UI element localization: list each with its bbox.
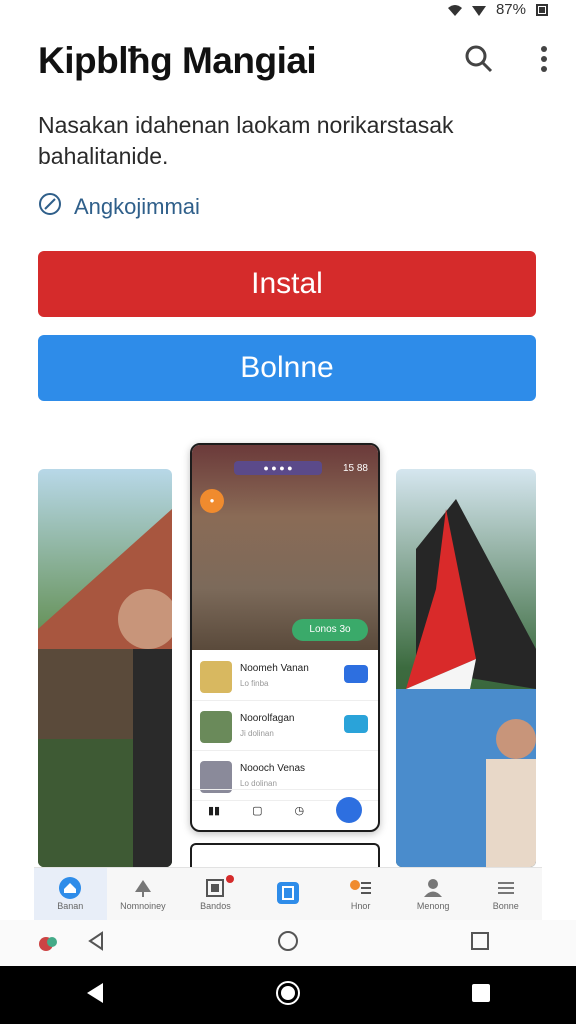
preview-pill[interactable]: Lonos 3o	[292, 619, 368, 641]
preview-fab[interactable]	[336, 797, 363, 823]
list-icon	[497, 882, 514, 894]
preview-tab-icon[interactable]: ◷	[294, 804, 304, 817]
tab-label: Nomnoiney	[120, 901, 166, 911]
preview-time: 15 88	[342, 463, 368, 474]
list-item[interactable]: Noorolfagan Ji dolinan	[192, 701, 378, 751]
preview-list: Noomeh Vanan Lo finba Noorolfagan Ji dol…	[192, 651, 378, 801]
list-item-action[interactable]	[344, 715, 368, 733]
battery-icon	[536, 3, 550, 16]
preview-tab-icon[interactable]: ▮▮	[208, 804, 220, 817]
preview-tab-icon[interactable]: ▢	[252, 804, 262, 817]
person-icon	[424, 879, 443, 897]
battery-percent: 87%	[495, 0, 526, 18]
list-item-sub: Lo finba	[240, 679, 269, 688]
house-illustration	[38, 509, 172, 867]
install-button[interactable]: Instal	[38, 251, 536, 317]
preview-footer: ▮▮ ▢ ◷	[192, 789, 378, 830]
search-icon[interactable]	[464, 44, 494, 79]
app-shortcut-icon[interactable]	[36, 934, 62, 954]
tab-book[interactable]	[252, 868, 325, 920]
tab-hnor[interactable]: Hnor	[324, 868, 397, 920]
app-store-page: 87% Kipblħg Mangiai Nasakan idahenan lao…	[8, 0, 568, 965]
list-item-action[interactable]	[344, 665, 368, 683]
tab-label: Bonne	[492, 901, 519, 911]
list-item-name: Noomeh Vanan	[240, 663, 309, 674]
more-options-icon[interactable]	[540, 44, 548, 79]
tab-label: Banan	[57, 901, 84, 911]
top-actions	[464, 44, 548, 79]
tab-nomnoiney[interactable]: Nomnoiney	[107, 868, 180, 920]
tab-bandos[interactable]: Bandos	[179, 868, 252, 920]
signal-icon	[447, 3, 462, 16]
app-description: Nasakan idahenan laokam norikarstasak ba…	[38, 112, 454, 169]
wifi-icon	[471, 3, 486, 16]
screenshot-right[interactable]	[396, 469, 536, 867]
avatar	[200, 711, 232, 743]
list-item-sub: Lo dolinan	[240, 779, 277, 788]
menu-icon	[349, 880, 371, 894]
notification-dot	[225, 875, 234, 883]
recents-icon[interactable]	[470, 931, 490, 956]
back-icon[interactable]	[86, 930, 106, 956]
device-recents-icon[interactable]	[471, 983, 491, 1008]
screenshot-left[interactable]	[38, 469, 172, 867]
flag-illustration	[396, 499, 536, 867]
device-back-icon[interactable]	[85, 982, 105, 1009]
preview-search-bar: ● ● ● ●	[234, 461, 322, 475]
system-nav-bar	[0, 920, 576, 966]
edit-icon	[38, 192, 62, 222]
tab-bonne[interactable]: Bonne	[469, 868, 542, 920]
card-icon	[206, 879, 225, 897]
home-icon	[59, 877, 82, 899]
tab-menong[interactable]: Menong	[397, 868, 470, 920]
device-nav-bar	[0, 966, 576, 1024]
tree-icon	[134, 880, 151, 897]
book-icon	[277, 882, 300, 904]
tab-home[interactable]: Banan	[34, 868, 107, 920]
preview-phone[interactable]: ● ● ● ● 15 88 ● Lonos 3o Noomeh Vanan Lo…	[190, 443, 380, 832]
list-item-name: Noooch Venas	[240, 763, 306, 774]
home-circle-icon[interactable]	[277, 930, 299, 957]
list-item-sub: Ji dolinan	[240, 729, 274, 738]
tab-label: Hnor	[350, 901, 371, 911]
preview-badge: ●	[200, 489, 224, 513]
device-home-icon[interactable]	[275, 980, 301, 1011]
secondary-button[interactable]: Bolnne	[38, 335, 536, 401]
app-title: Kipblħg Mangiai	[38, 40, 317, 81]
list-item[interactable]: Noomeh Vanan Lo finba	[192, 651, 378, 701]
developer-link-label: Angkojimmai	[74, 194, 200, 219]
tab-label: Menong	[416, 901, 450, 911]
preview-hero-image: ● ● ● ● 15 88 ● Lonos 3o	[192, 445, 378, 650]
avatar	[200, 661, 232, 693]
bottom-tabbar: Banan Nomnoiney Bandos Hnor Menong Bonne	[34, 867, 542, 920]
developer-link[interactable]: Angkojimmai	[38, 192, 200, 222]
tab-label: Bandos	[200, 901, 231, 911]
list-item-name: Noorolfagan	[240, 713, 295, 724]
list-item-action[interactable]	[344, 765, 368, 783]
status-bar: 87%	[447, 0, 550, 18]
